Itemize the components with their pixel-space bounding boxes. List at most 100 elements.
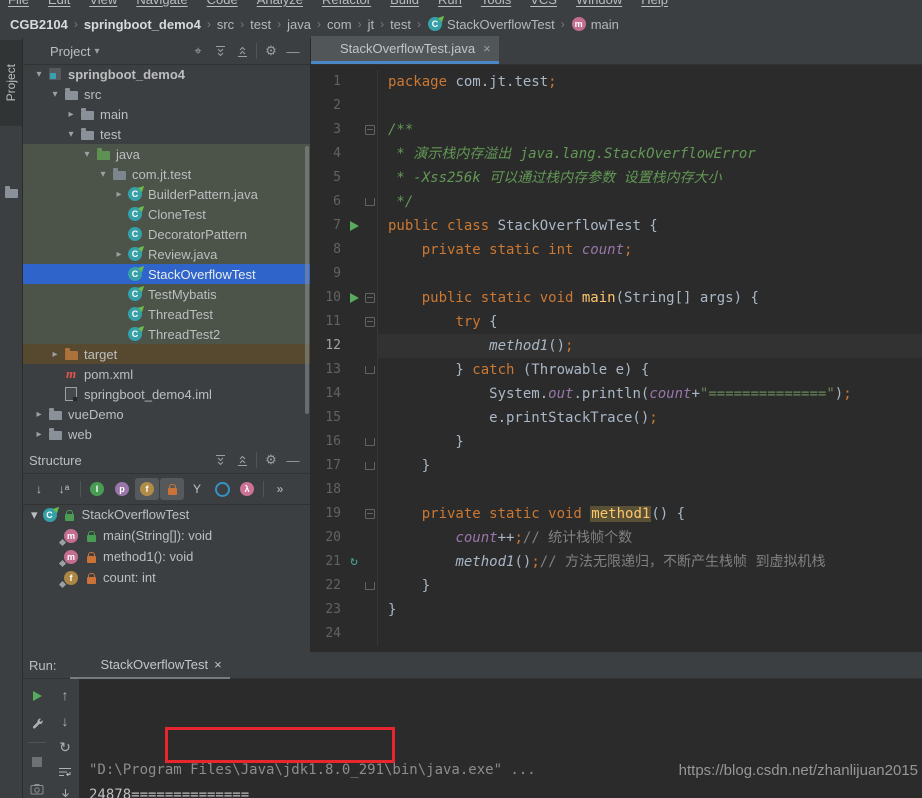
close-icon[interactable]: ×: [214, 657, 222, 672]
tree-item-springboot_demo4[interactable]: ▾ springboot_demo4: [23, 64, 310, 84]
breadcrumb-item[interactable]: test: [390, 17, 411, 32]
sort-alphabetically-icon[interactable]: ↓ᵃ: [52, 478, 76, 500]
tree-item-test[interactable]: ▾ test: [23, 124, 310, 144]
chevron-closed-icon[interactable]: ▸: [63, 109, 79, 120]
breadcrumb-item[interactable]: java: [287, 17, 311, 32]
menu-item-view[interactable]: View: [89, 0, 117, 9]
breadcrumb-item[interactable]: test: [250, 17, 271, 32]
tree-item-builderpattern.java[interactable]: ▸ C BuilderPattern.java: [23, 183, 310, 204]
menu-item-edit[interactable]: Edit: [48, 0, 70, 9]
tool-window-tab-project[interactable]: Project: [0, 40, 22, 126]
editor[interactable]: StackOverflowTest.java × 1 package com.jt…: [311, 36, 922, 652]
structure-item[interactable]: ▾ C StackOverflowTest: [23, 504, 310, 525]
chevron-closed-icon[interactable]: ▸: [111, 249, 127, 260]
screenshot-icon[interactable]: [28, 780, 46, 798]
code-area[interactable]: 1 package com.jt.test; 2 3/** 4 * 演示栈内存溢出 ja…: [311, 65, 922, 646]
breadcrumb-item[interactable]: CGB2104: [10, 17, 68, 32]
collapse-all-icon[interactable]: [231, 41, 253, 61]
fold-marker[interactable]: [363, 190, 378, 214]
rerun-icon[interactable]: [28, 687, 46, 705]
more-icon[interactable]: »: [268, 478, 292, 500]
chevron-closed-icon[interactable]: ▸: [31, 429, 47, 440]
chevron-open-icon[interactable]: ▾: [63, 129, 79, 140]
show-fields-icon[interactable]: f: [135, 478, 159, 500]
tree-item-com.jt.test[interactable]: ▾ com.jt.test: [23, 164, 310, 184]
chevron-open-icon[interactable]: ▾: [31, 507, 38, 523]
structure-item[interactable]: f count: int: [23, 567, 310, 588]
structure-item[interactable]: m main(String[]): void: [23, 525, 310, 546]
menu-item-tools[interactable]: Tools: [481, 0, 511, 9]
fold-marker[interactable]: [363, 430, 378, 454]
show-properties-icon[interactable]: p: [110, 478, 134, 500]
menu-item-code[interactable]: Code: [207, 0, 238, 9]
folder-icon[interactable]: [5, 186, 18, 198]
fold-marker[interactable]: [363, 502, 378, 526]
tree-item-src[interactable]: ▾ src: [23, 84, 310, 104]
build-settings-icon[interactable]: [28, 715, 46, 733]
breadcrumb-item[interactable]: src: [217, 17, 234, 32]
settings-gear-icon[interactable]: ⚙: [260, 41, 282, 61]
collapse-all-icon[interactable]: [231, 450, 253, 470]
tree-item-decoratorpattern[interactable]: C DecoratorPattern: [23, 224, 310, 244]
filter-icon[interactable]: Y: [185, 478, 209, 500]
tree-item-clonetest[interactable]: C CloneTest: [23, 203, 310, 224]
fold-marker[interactable]: [363, 310, 378, 334]
chevron-open-icon[interactable]: ▾: [79, 149, 95, 160]
project-panel-title[interactable]: Project: [50, 44, 90, 59]
chevron-closed-icon[interactable]: ▸: [111, 189, 127, 200]
scroll-to-end-icon[interactable]: [56, 788, 74, 798]
jump-to-end-icon[interactable]: ↻: [56, 739, 74, 756]
chevron-open-icon[interactable]: ▾: [31, 69, 47, 80]
fold-marker[interactable]: [363, 454, 378, 478]
tree-item-review.java[interactable]: ▸ C Review.java: [23, 243, 310, 264]
show-non-public-icon[interactable]: [160, 478, 184, 500]
soft-wrap-icon[interactable]: [56, 766, 74, 778]
project-tree-scrollbar[interactable]: [305, 146, 309, 414]
run-button[interactable]: [345, 214, 363, 238]
tree-item-stackoverflowtest[interactable]: C StackOverflowTest: [23, 263, 310, 284]
sort-by-visibility-icon[interactable]: ↓: [27, 478, 51, 500]
fold-marker[interactable]: [363, 118, 378, 142]
hide-icon[interactable]: —: [282, 450, 304, 470]
breadcrumb-item[interactable]: m main: [571, 16, 619, 32]
fold-marker[interactable]: [363, 574, 378, 598]
tree-item-threadtest[interactable]: C ThreadTest: [23, 303, 310, 324]
tree-item-pom.xml[interactable]: m pom.xml: [23, 364, 310, 384]
tree-item-java[interactable]: ▾ java: [23, 144, 310, 164]
tree-item-target[interactable]: ▸ target: [23, 344, 310, 364]
breadcrumb-item[interactable]: com: [327, 17, 352, 32]
breadcrumb-item[interactable]: springboot_demo4: [84, 17, 201, 32]
structure-item[interactable]: m method1(): void: [23, 546, 310, 567]
show-anonymous-icon[interactable]: [210, 478, 234, 500]
menu-item-file[interactable]: File: [8, 0, 29, 9]
editor-tab[interactable]: StackOverflowTest.java ×: [311, 36, 499, 64]
show-lambdas-icon[interactable]: λ: [235, 478, 259, 500]
tree-item-threadtest2[interactable]: C ThreadTest2: [23, 323, 310, 344]
expand-all-icon[interactable]: [209, 450, 231, 470]
hide-icon[interactable]: —: [282, 41, 304, 61]
chevron-closed-icon[interactable]: ▸: [31, 409, 47, 420]
tree-item-springboot_demo4.iml[interactable]: springboot_demo4.iml: [23, 384, 310, 404]
menu-item-run[interactable]: Run: [438, 0, 462, 9]
tree-item-main[interactable]: ▸ main: [23, 104, 310, 124]
menu-item-build[interactable]: Build: [390, 0, 419, 9]
fold-marker[interactable]: [363, 358, 378, 382]
close-icon[interactable]: ×: [483, 41, 491, 56]
tree-item-vuedemo[interactable]: ▸ vueDemo: [23, 404, 310, 424]
chevron-closed-icon[interactable]: ▸: [47, 349, 63, 360]
locate-icon[interactable]: ⌖: [187, 41, 209, 61]
menu-item-refactor[interactable]: Refactor: [322, 0, 371, 9]
breadcrumb-item[interactable]: C StackOverflowTest: [427, 13, 555, 32]
chevron-down-icon[interactable]: ▾: [94, 46, 99, 57]
run-tab[interactable]: StackOverflowTest ×: [70, 652, 230, 679]
menu-item-analyze[interactable]: Analyze: [257, 0, 303, 9]
up-stack-trace-icon[interactable]: ↑: [56, 687, 74, 703]
chevron-open-icon[interactable]: ▾: [95, 169, 111, 180]
tree-item-testmybatis[interactable]: C TestMybatis: [23, 283, 310, 304]
menu-item-help[interactable]: Help: [641, 0, 668, 9]
menu-item-window[interactable]: Window: [576, 0, 622, 9]
tree-item-web[interactable]: ▸ web: [23, 424, 310, 444]
settings-gear-icon[interactable]: ⚙: [260, 450, 282, 470]
down-stack-trace-icon[interactable]: ↓: [56, 713, 74, 729]
stop-icon[interactable]: [28, 753, 46, 771]
